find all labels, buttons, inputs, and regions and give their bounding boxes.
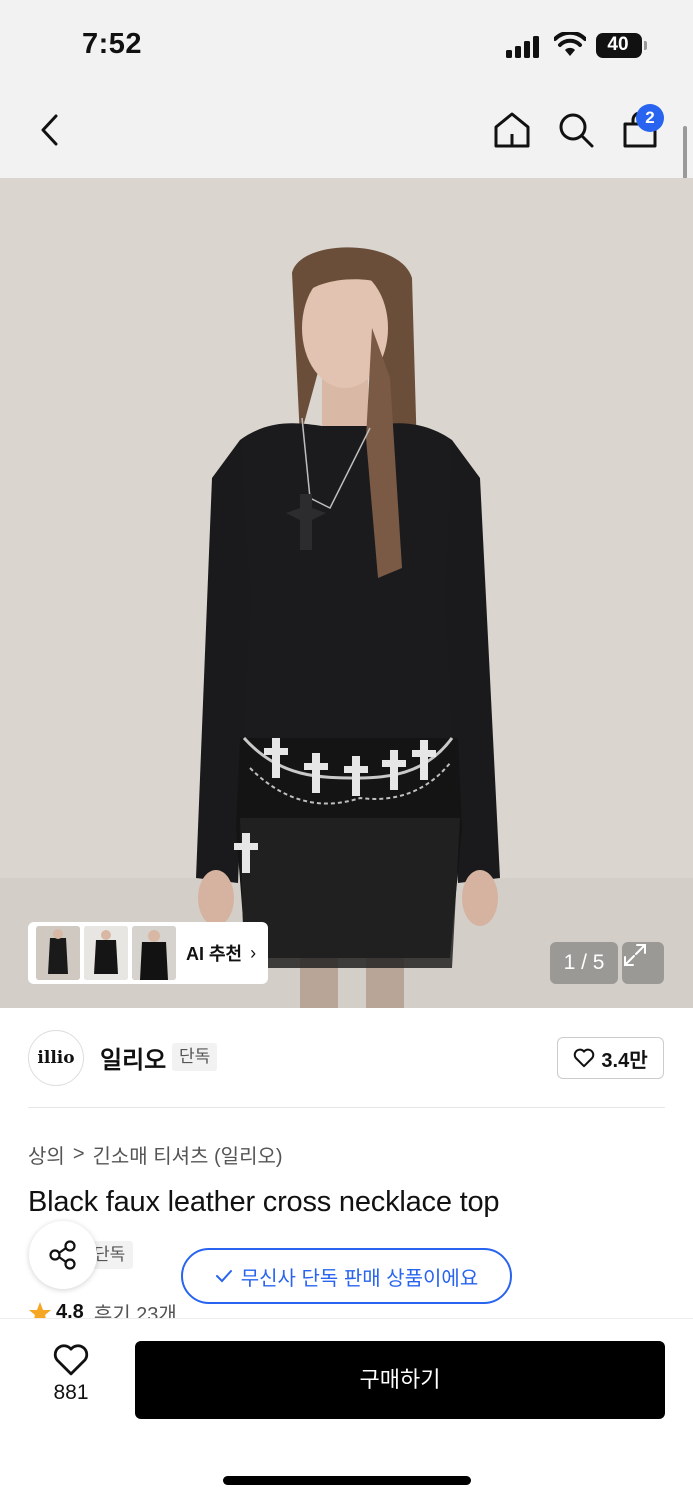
brand-logo[interactable]: illio <box>28 1030 84 1086</box>
breadcrumb-category[interactable]: 상의 <box>28 1140 65 1169</box>
product-page: 7:52 40 2 AI 추천 › 1 / 5 illio 일리오 단독 3.4… <box>0 0 693 1500</box>
brand-name[interactable]: 일리오 <box>100 1040 166 1075</box>
buy-button[interactable]: 구매하기 <box>135 1341 665 1419</box>
status-bar: 7:52 40 <box>0 0 693 92</box>
brand-like-count: 3.4만 <box>601 1049 648 1072</box>
home-icon <box>494 112 530 148</box>
product-title: Black faux leather cross necklace top <box>28 1186 500 1218</box>
ai-recommend-label: AI 추천 <box>186 944 243 964</box>
app-header: 2 <box>0 92 693 178</box>
wishlist-count: 881 <box>53 1381 89 1404</box>
home-indicator[interactable] <box>223 1476 471 1485</box>
divider <box>28 1107 665 1108</box>
battery-level: 40 <box>607 34 629 55</box>
model-photo <box>0 178 693 1008</box>
ai-recommend-box[interactable]: AI 추천 › <box>28 922 268 984</box>
breadcrumb-subcategory[interactable]: 긴소매 티셔츠 (일리오) <box>93 1140 283 1169</box>
check-icon <box>215 1270 232 1283</box>
battery-icon: 40 <box>596 33 642 58</box>
recommend-thumb-2[interactable] <box>84 926 128 980</box>
back-icon <box>41 114 58 146</box>
share-icon <box>49 1240 76 1270</box>
heart-icon <box>574 1048 595 1068</box>
bottom-action-bar: 881 구매하기 <box>0 1318 693 1500</box>
search-icon <box>559 113 594 148</box>
status-time: 7:52 <box>82 28 143 60</box>
home-button[interactable] <box>490 108 534 152</box>
battery-cap <box>644 41 647 50</box>
wifi-icon <box>553 30 587 63</box>
brand-like-button[interactable]: 3.4만 <box>557 1037 664 1079</box>
breadcrumb: 상의 > 긴소매 티셔츠 (일리오) <box>28 1140 283 1169</box>
brand-exclusive-tag: 단독 <box>172 1043 218 1071</box>
exclusive-toast: 무신사 단독 판매 상품이에요 <box>181 1248 512 1304</box>
recommend-thumb-3[interactable] <box>132 926 176 980</box>
signal-icon <box>506 36 542 58</box>
back-button[interactable] <box>28 108 72 152</box>
recommend-thumb-1[interactable] <box>36 926 80 980</box>
expand-icon <box>624 944 646 966</box>
chevron-right-icon: › <box>250 942 257 963</box>
share-button[interactable] <box>29 1221 97 1289</box>
wishlist-button[interactable]: 881 <box>36 1343 106 1405</box>
breadcrumb-separator: > <box>72 1143 85 1165</box>
toast-text: 무신사 단독 판매 상품이에요 <box>240 1267 479 1290</box>
heart-icon <box>53 1344 89 1376</box>
expand-button[interactable] <box>622 942 664 984</box>
search-button[interactable] <box>554 108 598 152</box>
image-pager: 1 / 5 <box>550 942 618 984</box>
cart-badge: 2 <box>636 104 664 132</box>
product-image[interactable]: AI 추천 › 1 / 5 <box>0 178 693 1008</box>
